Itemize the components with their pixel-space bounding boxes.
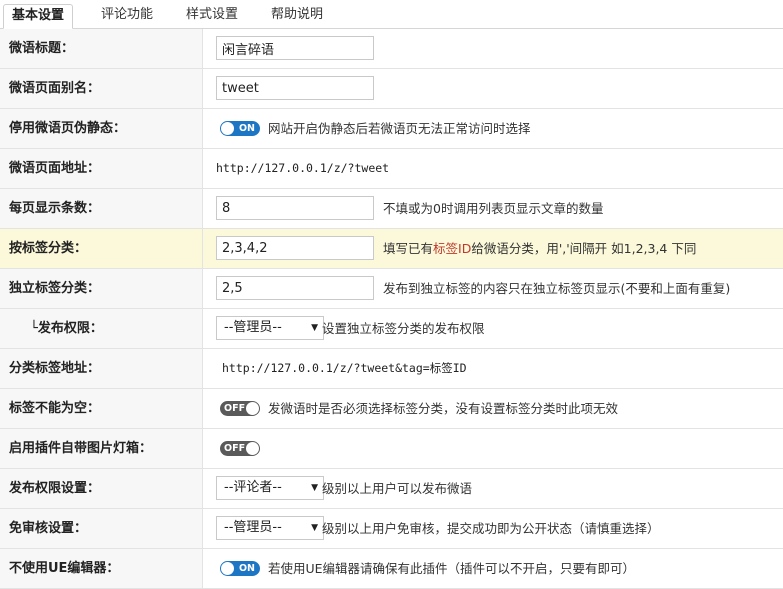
tab-bar: 基本设置 评论功能 样式设置 帮助说明 (0, 0, 783, 29)
publish-level-select[interactable]: --评论者-- ▼ (216, 476, 324, 500)
independent-tag-input[interactable] (216, 276, 374, 300)
publish-perm-select[interactable]: --管理员-- ▼ (216, 316, 324, 340)
per-page-desc: 不填或为0时调用列表页显示文章的数量 (383, 201, 604, 216)
page-url-label: 微语页面地址： (0, 149, 203, 188)
tag-url-text: http://127.0.0.1/z/?tweet&tag=标签ID (222, 361, 467, 375)
publish-perm-label: └发布权限： (0, 309, 203, 348)
row-pseudo-static: 停用微语页伪静态： ON 网站开启伪静态后若微语页无法正常访问时选择 (0, 109, 783, 149)
tag-required-toggle[interactable]: OFF (220, 401, 260, 416)
title-input[interactable] (216, 36, 374, 60)
independent-tag-desc: 发布到独立标签的内容只在独立标签页显示(不要和上面有重复) (383, 281, 731, 296)
audit-free-desc: 级别以上用户免审核，提交成功即为公开状态（请慎重选择） (322, 521, 660, 536)
page-url-text: http://127.0.0.1/z/?tweet (216, 161, 390, 175)
publish-perm-selected: --管理员-- (224, 320, 282, 335)
pseudo-static-desc: 网站开启伪静态后若微语页无法正常访问时选择 (268, 121, 531, 136)
toggle-state-label: OFF (224, 443, 246, 454)
row-alias: 微语页面别名： (0, 69, 783, 109)
tag-required-label: 标签不能为空： (0, 389, 203, 428)
audit-free-label: 免审核设置： (0, 509, 203, 548)
no-ue-desc: 若使用UE编辑器请确保有此插件（插件可以不开启，只要有即可） (268, 561, 636, 576)
tag-id-highlight: 标签ID (433, 241, 472, 256)
chevron-down-icon: ▼ (311, 523, 318, 533)
publish-level-label: 发布权限设置： (0, 469, 203, 508)
toggle-knob (246, 442, 259, 455)
row-tag-url: 分类标签地址： http://127.0.0.1/z/?tweet&tag=标签… (0, 349, 783, 389)
publish-level-desc: 级别以上用户可以发布微语 (322, 481, 473, 496)
alias-input[interactable] (216, 76, 374, 100)
alias-label: 微语页面别名： (0, 69, 203, 108)
tag-required-desc: 发微语时是否必须选择标签分类，没有设置标签分类时此项无效 (268, 401, 619, 416)
row-publish-perm: └发布权限： --管理员-- ▼ 设置独立标签分类的发布权限 (0, 309, 783, 349)
chevron-down-icon: ▼ (311, 483, 318, 493)
tag-category-label: 按标签分类： (0, 229, 203, 268)
toggle-knob (246, 402, 259, 415)
no-ue-label: 不使用UE编辑器： (0, 549, 203, 588)
tag-category-desc-pre: 填写已有 (383, 241, 434, 256)
no-ue-toggle[interactable]: ON (220, 561, 260, 576)
row-publish-level: 发布权限设置： --评论者-- ▼ 级别以上用户可以发布微语 (0, 469, 783, 509)
row-tag-required: 标签不能为空： OFF 发微语时是否必须选择标签分类，没有设置标签分类时此项无效 (0, 389, 783, 429)
tag-url-label: 分类标签地址： (0, 349, 203, 388)
per-page-input[interactable] (216, 196, 374, 220)
toggle-state-label: ON (238, 563, 255, 574)
settings-form: 微语标题： 微语页面别名： 停用微语页伪静态： ON 网站开启伪静态后若微语页无… (0, 29, 783, 589)
toggle-knob (221, 562, 234, 575)
audit-free-select[interactable]: --管理员-- ▼ (216, 516, 324, 540)
publish-level-selected: --评论者-- (224, 480, 282, 495)
row-page-url: 微语页面地址： http://127.0.0.1/z/?tweet (0, 149, 783, 189)
toggle-knob (221, 122, 234, 135)
tag-category-desc: 填写已有标签ID给微语分类，用','间隔开 如1,2,3,4 下同 (383, 229, 696, 268)
tag-category-desc-post: 给微语分类，用','间隔开 如1,2,3,4 下同 (471, 241, 697, 256)
row-audit-free: 免审核设置： --管理员-- ▼ 级别以上用户免审核，提交成功即为公开状态（请慎… (0, 509, 783, 549)
tag-category-input[interactable] (216, 236, 374, 260)
per-page-label: 每页显示条数： (0, 189, 203, 228)
row-tag-category: 按标签分类： 填写已有标签ID给微语分类，用','间隔开 如1,2,3,4 下同 (0, 229, 783, 269)
row-no-ue: 不使用UE编辑器： ON 若使用UE编辑器请确保有此插件（插件可以不开启，只要有… (0, 549, 783, 589)
tab-help[interactable]: 帮助说明 (263, 4, 331, 28)
lightbox-label: 启用插件自带图片灯箱： (0, 429, 203, 468)
tab-comment-features[interactable]: 评论功能 (93, 4, 161, 28)
publish-perm-desc: 设置独立标签分类的发布权限 (322, 321, 485, 336)
toggle-state-label: OFF (224, 403, 246, 414)
row-independent-tag: 独立标签分类： 发布到独立标签的内容只在独立标签页显示(不要和上面有重复) (0, 269, 783, 309)
row-per-page: 每页显示条数： 不填或为0时调用列表页显示文章的数量 (0, 189, 783, 229)
tab-basic-settings[interactable]: 基本设置 (3, 4, 74, 29)
chevron-down-icon: ▼ (311, 323, 318, 333)
audit-free-selected: --管理员-- (224, 520, 282, 535)
pseudo-static-label: 停用微语页伪静态： (0, 109, 203, 148)
pseudo-static-toggle[interactable]: ON (220, 121, 260, 136)
independent-tag-label: 独立标签分类： (0, 269, 203, 308)
row-title: 微语标题： (0, 29, 783, 69)
tab-style-settings[interactable]: 样式设置 (178, 4, 246, 28)
row-lightbox: 启用插件自带图片灯箱： OFF (0, 429, 783, 469)
toggle-state-label: ON (238, 123, 255, 134)
lightbox-toggle[interactable]: OFF (220, 441, 260, 456)
title-label: 微语标题： (0, 29, 203, 68)
